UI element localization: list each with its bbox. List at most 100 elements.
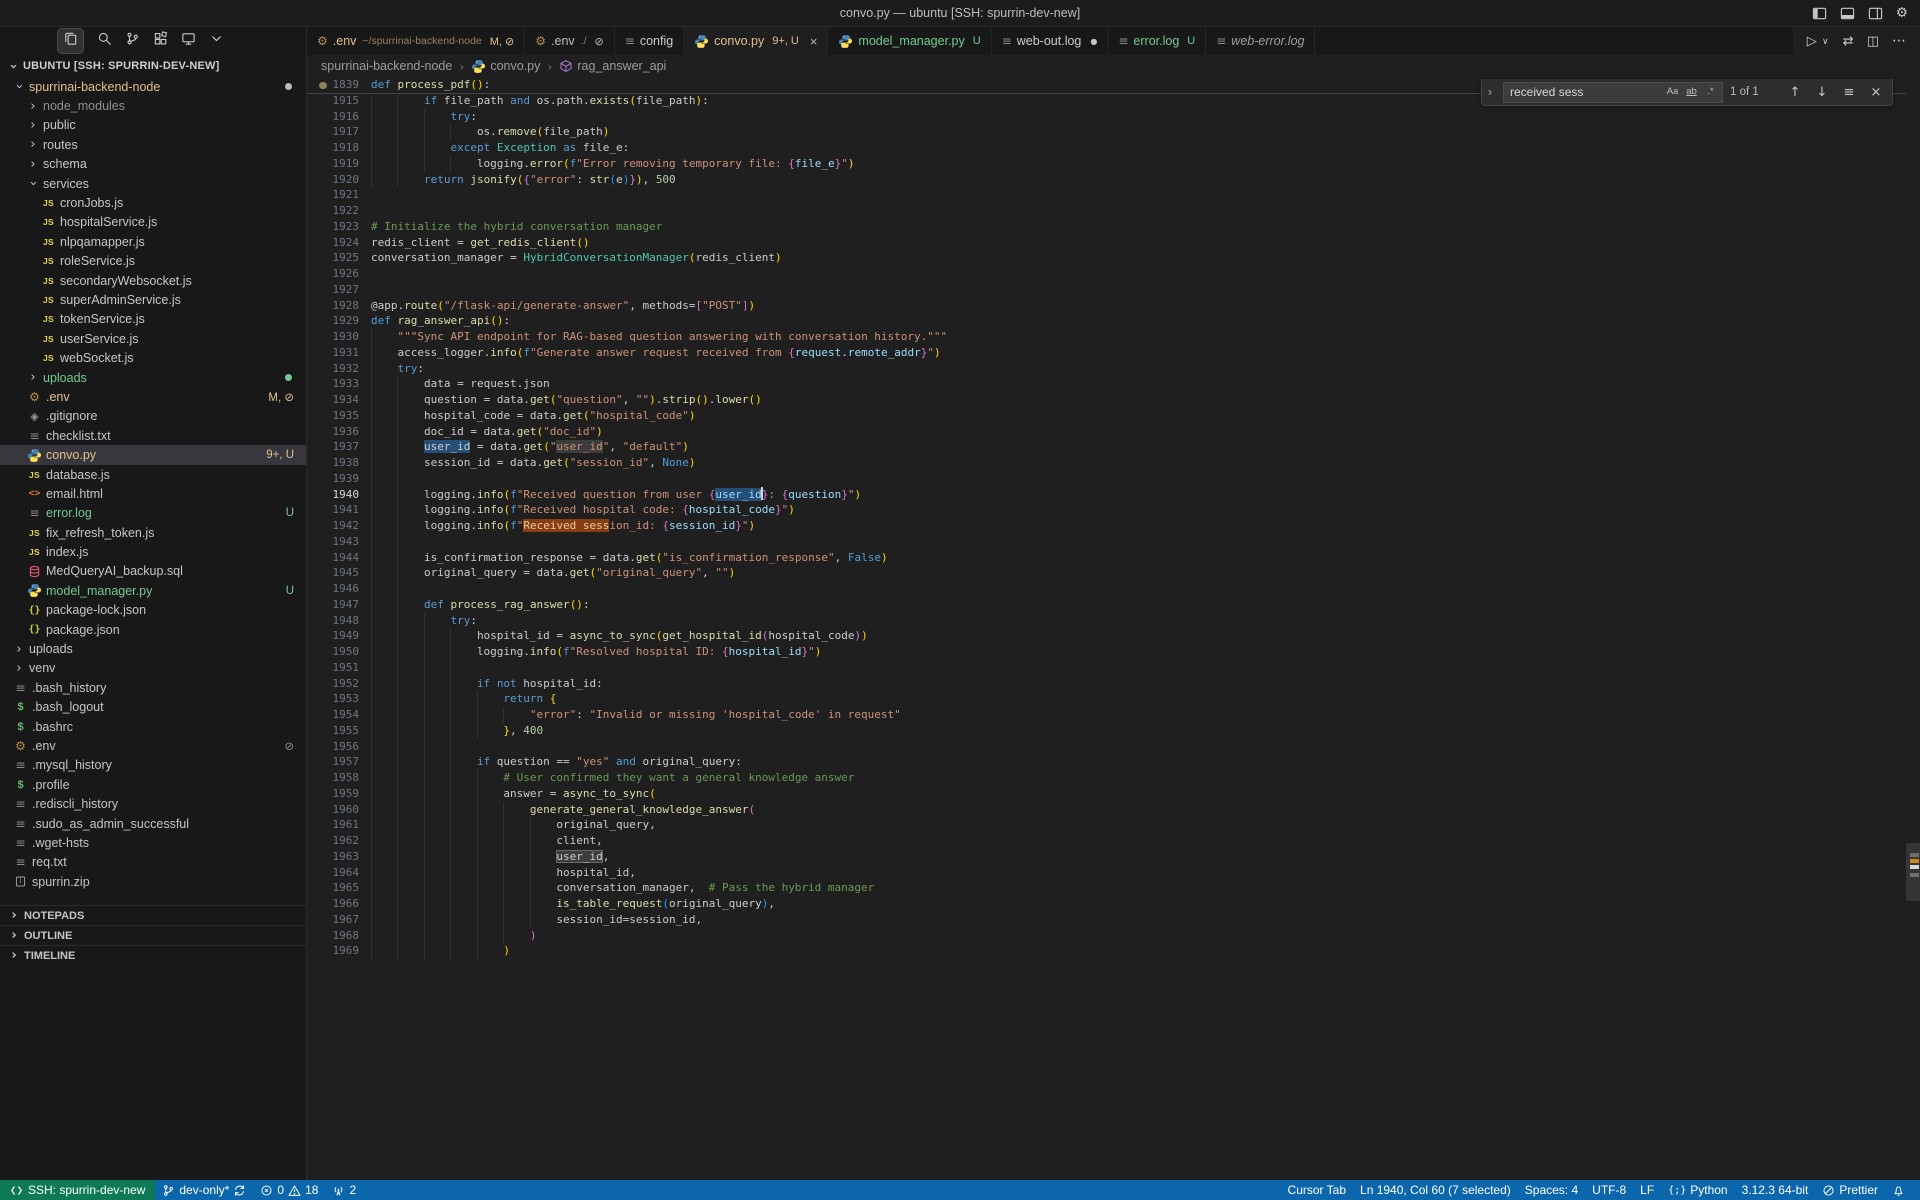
tab-convo.py[interactable]: convo.py9+, U× <box>684 27 828 55</box>
tree-item-database.js[interactable]: JSdatabase.js <box>0 465 306 484</box>
code-line[interactable]: 1926 <box>307 266 1906 282</box>
whole-word-toggle[interactable]: ab <box>1683 84 1700 99</box>
previous-match-button[interactable]: ↑ <box>1785 82 1805 102</box>
line-number[interactable]: 1957 <box>307 754 371 770</box>
activity-item-chevron-down[interactable] <box>209 31 224 51</box>
tree-item-webSocket.js[interactable]: JSwebSocket.js <box>0 348 306 367</box>
line-number[interactable]: 1928 <box>307 298 371 314</box>
tab-web-out.log[interactable]: ≡web-out.log● <box>992 27 1109 55</box>
code-line[interactable]: 1920return jsonify({"error": str(e)}), 5… <box>307 172 1906 188</box>
close-icon[interactable]: × <box>810 34 818 49</box>
line-number[interactable]: 1932 <box>307 361 371 377</box>
tree-item-services[interactable]: ›services <box>0 174 306 193</box>
code-line[interactable]: 1952if not hospital_id: <box>307 676 1906 692</box>
code-line[interactable]: 1929def rag_answer_api(): <box>307 313 1906 329</box>
status-item-lf[interactable]: LF <box>1633 1180 1661 1200</box>
code-line[interactable]: 1967session_id=session_id, <box>307 912 1906 928</box>
line-number[interactable]: 1949 <box>307 628 371 644</box>
tree-item-.env[interactable]: ⚙.env⊘ <box>0 736 306 755</box>
code-line[interactable]: 1959answer = async_to_sync( <box>307 786 1906 802</box>
tree-item-node_modules[interactable]: ›node_modules <box>0 96 306 115</box>
tree-item-.rediscli_history[interactable]: ≡.rediscli_history <box>0 794 306 813</box>
tree-item-public[interactable]: ›public <box>0 116 306 135</box>
code-line[interactable]: 1947def process_rag_answer(): <box>307 597 1906 613</box>
tree-item-req.txt[interactable]: ≡req.txt <box>0 853 306 872</box>
code-line[interactable]: 1923# Initialize the hybrid conversation… <box>307 219 1906 235</box>
activity-item-remote-explorer[interactable] <box>181 31 196 51</box>
line-number[interactable]: 1937 <box>307 439 371 455</box>
tree-item-uploads[interactable]: ›uploads <box>0 639 306 658</box>
status-item-ln-1940-col-60-7-selected-[interactable]: Ln 1940, Col 60 (7 selected) <box>1353 1180 1518 1200</box>
line-number[interactable]: 1942 <box>307 518 371 534</box>
status-item-right-8[interactable] <box>1885 1180 1912 1200</box>
tree-item-spurrinai-backend-node[interactable]: ›spurrinai-backend-node <box>0 77 306 96</box>
close-find-button[interactable]: × <box>1866 82 1886 102</box>
line-number[interactable]: 1935 <box>307 408 371 424</box>
code-line[interactable]: 1960generate_general_knowledge_answer( <box>307 802 1906 818</box>
tree-item-uploads[interactable]: ›uploads <box>0 368 306 387</box>
tab-web-error.log[interactable]: ≡web-error.log <box>1206 27 1315 55</box>
status-item-0[interactable]: 018 <box>253 1180 325 1200</box>
run-icon[interactable]: ▷ <box>1807 34 1817 49</box>
compare-changes-icon[interactable]: ⇄ <box>1843 34 1854 49</box>
code-line[interactable]: 1932try: <box>307 361 1906 377</box>
line-number[interactable]: 1961 <box>307 817 371 833</box>
tree-item-secondaryWebsocket.js[interactable]: JSsecondaryWebsocket.js <box>0 271 306 290</box>
tree-item-roleService.js[interactable]: JSroleService.js <box>0 252 306 271</box>
tab-model_manager.py[interactable]: model_manager.pyU <box>828 27 991 55</box>
tree-item-checklist.txt[interactable]: ≡checklist.txt <box>0 426 306 445</box>
tree-item-email.html[interactable]: <>email.html <box>0 484 306 503</box>
tree-item-hospitalService.js[interactable]: JShospitalService.js <box>0 213 306 232</box>
tree-item-cronJobs.js[interactable]: JScronJobs.js <box>0 193 306 212</box>
line-number[interactable]: 1939 <box>307 471 371 487</box>
code-line[interactable]: 1935hospital_code = data.get("hospital_c… <box>307 408 1906 424</box>
tree-item-model_manager.py[interactable]: model_manager.pyU <box>0 581 306 600</box>
line-number[interactable]: 1918 <box>307 140 371 156</box>
line-number[interactable]: 1956 <box>307 739 371 755</box>
sidebar-section-outline[interactable]: ›OUTLINE <box>0 925 306 945</box>
line-number[interactable]: 1926 <box>307 266 371 282</box>
code-line[interactable]: 1934question = data.get("question", "").… <box>307 392 1906 408</box>
line-number[interactable]: 1948 <box>307 613 371 629</box>
line-number[interactable]: 1920 <box>307 172 371 188</box>
line-number[interactable]: 1916 <box>307 109 371 125</box>
layout-panel-icon[interactable] <box>1840 6 1855 21</box>
layout-sidebar-left-icon[interactable] <box>1812 6 1827 21</box>
line-number[interactable]: 1929 <box>307 313 371 329</box>
line-number[interactable]: 1921 <box>307 187 371 203</box>
status-item-spaces-4[interactable]: Spaces: 4 <box>1518 1180 1585 1200</box>
code-line[interactable]: 1949hospital_id = async_to_sync(get_hosp… <box>307 628 1906 644</box>
code-line[interactable]: 1957if question == "yes" and original_qu… <box>307 754 1906 770</box>
line-number[interactable]: 1965 <box>307 880 371 896</box>
line-number[interactable]: 1915 <box>307 93 371 109</box>
line-number[interactable]: 1933 <box>307 376 371 392</box>
code-line[interactable]: 1942logging.info(f"Received session_id: … <box>307 518 1906 534</box>
find-in-selection-button[interactable]: ≡ <box>1839 82 1859 102</box>
line-number[interactable]: 1969 <box>307 943 371 959</box>
line-number[interactable]: 1962 <box>307 833 371 849</box>
explorer-section-header[interactable]: › UBUNTU [SSH: SPURRIN-DEV-NEW] <box>0 55 306 77</box>
line-number[interactable]: 1940 <box>307 487 371 503</box>
code-line[interactable]: 1950logging.info(f"Resolved hospital ID:… <box>307 644 1906 660</box>
line-number[interactable]: 1923 <box>307 219 371 235</box>
code-line[interactable]: 1951 <box>307 660 1906 676</box>
line-number[interactable]: 1930 <box>307 329 371 345</box>
status-item-cursor-tab[interactable]: Cursor Tab <box>1281 1180 1353 1200</box>
tree-item-.env[interactable]: ⚙.envM, ⊘ <box>0 387 306 406</box>
line-number[interactable]: 1946 <box>307 581 371 597</box>
code-line[interactable]: 1937user_id = data.get("user_id", "defau… <box>307 439 1906 455</box>
line-number[interactable]: 1967 <box>307 912 371 928</box>
tree-item-index.js[interactable]: JSindex.js <box>0 542 306 561</box>
next-match-button[interactable]: ↓ <box>1812 82 1832 102</box>
line-number[interactable]: 1839 <box>307 77 371 93</box>
code-line[interactable]: 1927 <box>307 282 1906 298</box>
remote-indicator[interactable]: SSH: spurrin-dev-new <box>0 1180 155 1200</box>
code-line[interactable]: 1931access_logger.info(f"Generate answer… <box>307 345 1906 361</box>
tree-item-userService.js[interactable]: JSuserService.js <box>0 329 306 348</box>
tree-item-MedQueryAI_backup.sql[interactable]: MedQueryAI_backup.sql <box>0 562 306 581</box>
code-line[interactable]: 1916try: <box>307 109 1906 125</box>
tree-item-.bash_history[interactable]: ≡.bash_history <box>0 678 306 697</box>
tree-item-.bash_logout[interactable]: $.bash_logout <box>0 698 306 717</box>
more-actions-icon[interactable]: ⋯ <box>1892 33 1906 49</box>
code-line[interactable]: 1956 <box>307 739 1906 755</box>
